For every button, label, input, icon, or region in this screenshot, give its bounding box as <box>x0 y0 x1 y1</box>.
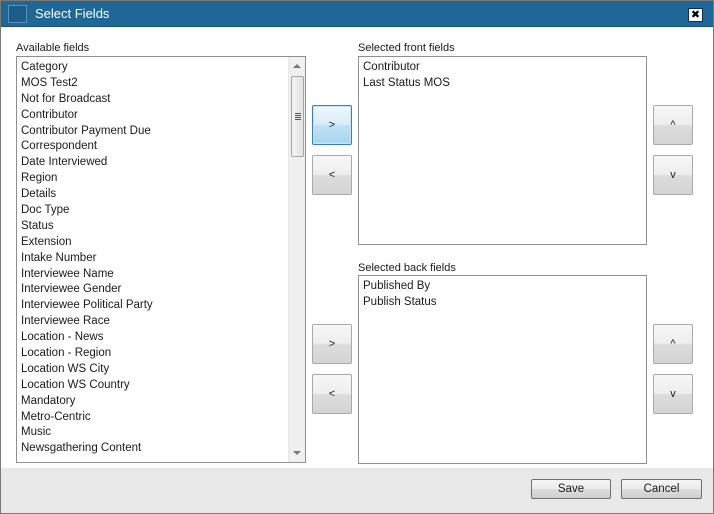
window-title: Select Fields <box>35 6 110 21</box>
available-field-list-item[interactable]: Contributor Payment Due <box>21 123 153 139</box>
available-field-list-item[interactable]: Interviewee Race <box>21 313 153 329</box>
front-field-list-item[interactable]: Contributor <box>363 59 450 75</box>
back-field-list-item[interactable]: Published By <box>363 278 437 294</box>
available-fields-items: Category MOS Test2 Not for Broadcast Contri… <box>21 59 153 456</box>
available-field-list-item[interactable]: Doc Type <box>21 202 153 218</box>
available-field-list-item[interactable]: Location - News <box>21 329 153 345</box>
back-move-up-button[interactable]: ^ <box>653 324 693 364</box>
available-field-list-item[interactable]: Interviewee Political Party <box>21 297 153 313</box>
add-front-button[interactable]: > <box>312 105 352 145</box>
available-field-list-item[interactable]: Extension <box>21 234 153 250</box>
front-fields-items: Contributor Last Status MOS <box>363 59 450 91</box>
back-fields-list[interactable]: Published By Publish Status <box>358 275 647 464</box>
remove-front-button[interactable]: < <box>312 155 352 195</box>
front-move-up-button[interactable]: ^ <box>653 105 693 145</box>
close-button[interactable]: ✖ <box>688 8 703 22</box>
scroll-up-arrow-icon[interactable] <box>293 64 301 68</box>
window-icon <box>8 5 27 23</box>
add-back-button[interactable]: > <box>312 324 352 364</box>
front-fields-label: Selected front fields <box>358 42 455 54</box>
title-bar: Select Fields ✖ <box>1 1 713 27</box>
select-fields-dialog: Select Fields ✖ Available fields Categor… <box>0 0 714 514</box>
back-fields-items: Published By Publish Status <box>363 278 437 310</box>
close-icon: ✖ <box>690 8 701 21</box>
available-field-list-item[interactable]: Not for Broadcast <box>21 91 153 107</box>
available-field-list-item[interactable]: Location WS Country <box>21 377 153 393</box>
available-field-list-item[interactable]: Mandatory <box>21 393 153 409</box>
scrollbar-thumb[interactable] <box>291 76 304 157</box>
scrollbar-grip-icon <box>295 113 301 120</box>
available-field-list-item[interactable]: Interviewee Name <box>21 266 153 282</box>
available-field-list-item[interactable]: Date Interviewed <box>21 154 153 170</box>
front-field-list-item[interactable]: Last Status MOS <box>363 75 450 91</box>
available-field-list-item[interactable]: Location - Region <box>21 345 153 361</box>
available-field-list-item[interactable]: Newsgathering Content <box>21 440 153 456</box>
available-field-list-item[interactable]: Correspondent <box>21 138 153 154</box>
front-move-down-button[interactable]: v <box>653 155 693 195</box>
available-field-list-item[interactable]: Details <box>21 186 153 202</box>
available-field-list-item[interactable]: Intake Number <box>21 250 153 266</box>
dialog-footer: Save Cancel <box>1 468 713 513</box>
back-field-list-item[interactable]: Publish Status <box>363 294 437 310</box>
remove-back-button[interactable]: < <box>312 374 352 414</box>
front-fields-list[interactable]: Contributor Last Status MOS <box>358 56 647 245</box>
available-fields-label: Available fields <box>16 42 90 54</box>
available-field-list-item[interactable]: Interviewee Gender <box>21 281 153 297</box>
available-field-list-item[interactable]: Location WS City <box>21 361 153 377</box>
save-button[interactable]: Save <box>531 479 611 499</box>
available-field-list-item[interactable]: Metro-Centric <box>21 409 153 425</box>
available-field-list-item[interactable]: Region <box>21 170 153 186</box>
available-field-list-item[interactable]: Category <box>21 59 153 75</box>
available-field-list-item[interactable]: Music <box>21 424 153 440</box>
back-fields-label: Selected back fields <box>358 262 456 274</box>
back-move-down-button[interactable]: v <box>653 374 693 414</box>
available-fields-scrollbar[interactable] <box>288 57 305 462</box>
scroll-down-arrow-icon[interactable] <box>293 451 301 455</box>
cancel-button[interactable]: Cancel <box>621 479 702 499</box>
available-field-list-item[interactable]: Status <box>21 218 153 234</box>
available-field-list-item[interactable]: Contributor <box>21 107 153 123</box>
available-field-list-item[interactable]: MOS Test2 <box>21 75 153 91</box>
available-fields-list[interactable]: Category MOS Test2 Not for Broadcast Contri… <box>16 56 306 463</box>
